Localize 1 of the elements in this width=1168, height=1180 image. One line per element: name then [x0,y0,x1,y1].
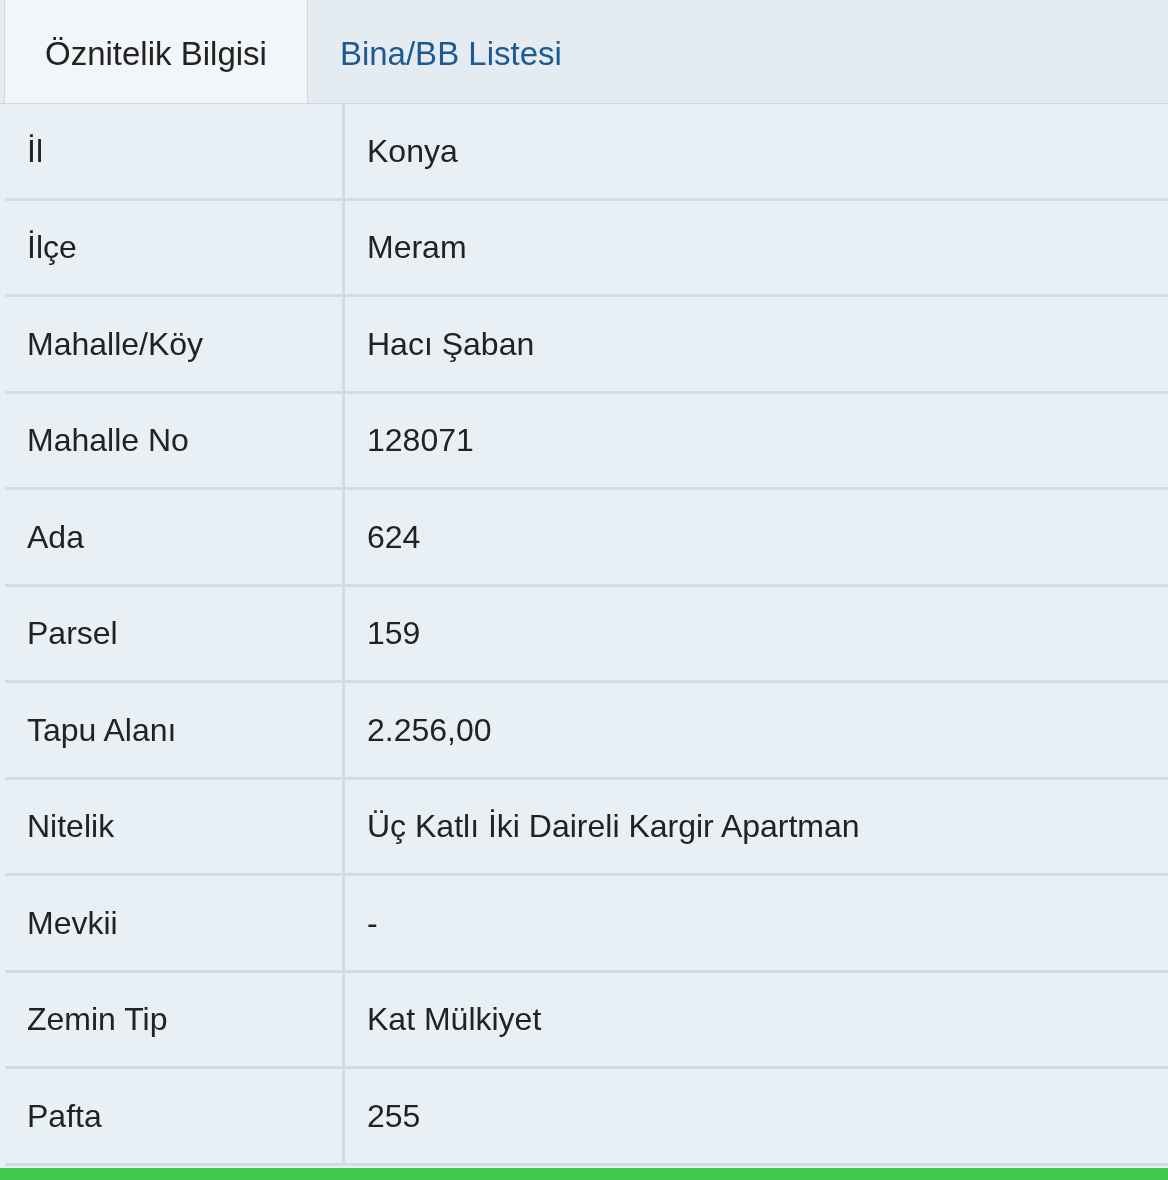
tab[interactable]: Öznitelik Bilgisi [4,0,308,103]
